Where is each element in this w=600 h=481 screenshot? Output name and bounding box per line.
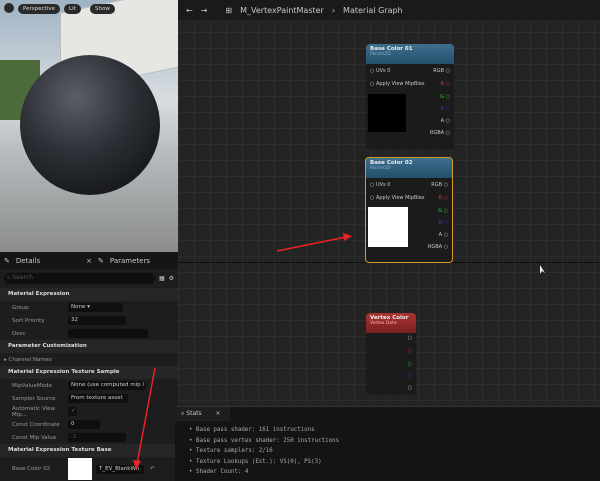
stat-line: • Base pass shader: 161 instructions	[189, 427, 315, 433]
stats-icon: ⌕	[181, 410, 185, 417]
tab-stats[interactable]: ⌕ Stats ×	[175, 407, 230, 421]
stat-line: • Texture samplers: 2/16	[189, 448, 273, 454]
close-icon[interactable]: ×	[216, 410, 221, 417]
stats-panel: ⌕ Stats × • Base pass shader: 161 instru…	[175, 406, 600, 481]
stat-line: • Texture Lookups (Est.): VS(0), PS(3)	[189, 458, 322, 465]
stat-line: • Base pass vertex shader: 250 instructi…	[189, 437, 340, 444]
mouse-cursor	[540, 265, 545, 274]
stat-line: • Shader Count: 4	[189, 469, 249, 475]
